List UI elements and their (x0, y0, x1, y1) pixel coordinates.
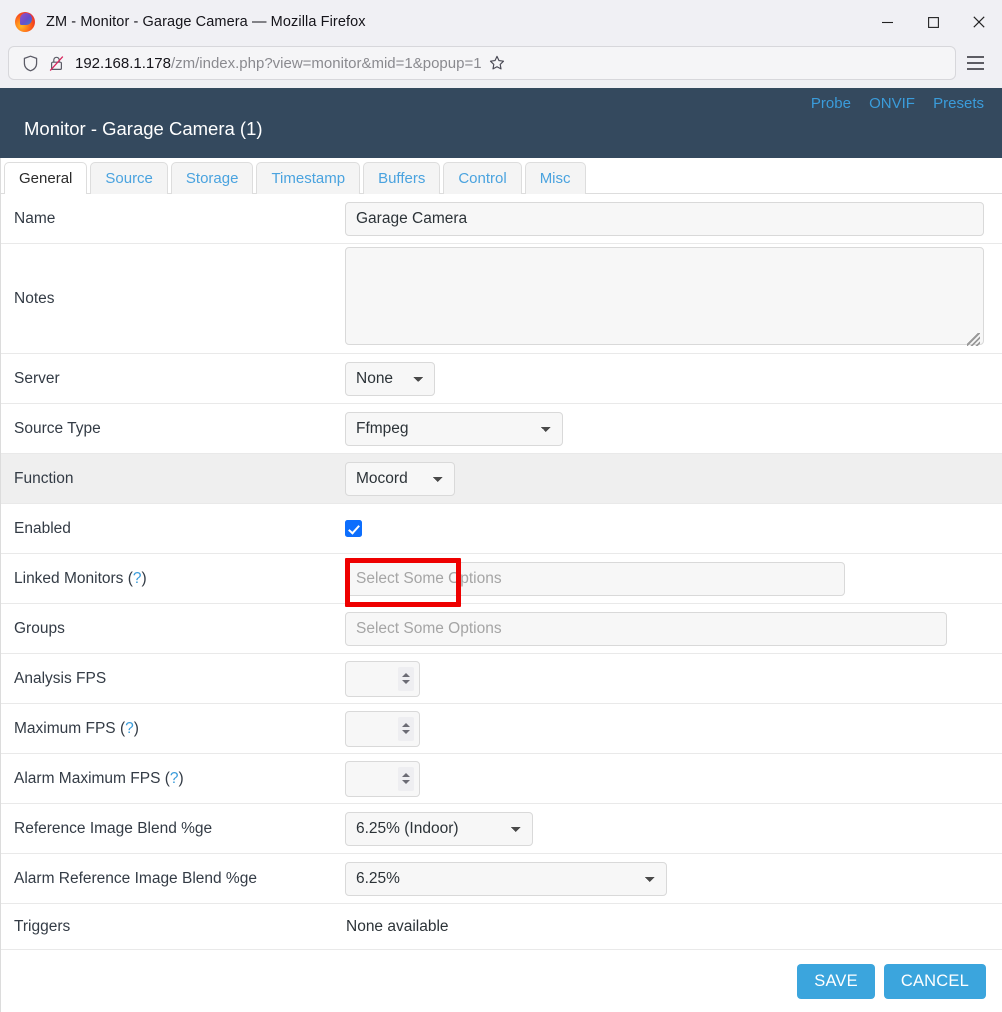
bookmark-star-icon[interactable] (482, 55, 512, 71)
triggers-label: Triggers (14, 917, 71, 935)
row-source-type: Source Type Ffmpeg (0, 404, 1002, 454)
row-enabled: Enabled (0, 504, 1002, 554)
alarm-maximum-fps-label-text: Alarm Maximum FPS (14, 769, 161, 787)
name-input[interactable] (345, 201, 984, 236)
content-left-edge (0, 88, 1, 1012)
maximize-button[interactable] (910, 0, 956, 44)
linked-monitors-input[interactable] (345, 561, 845, 596)
form-footer: SAVE CANCEL (0, 950, 1002, 1012)
save-button[interactable]: SAVE (797, 963, 875, 999)
reference-image-blend-label: Reference Image Blend %ge (14, 819, 213, 837)
probe-link[interactable]: Probe (811, 95, 851, 112)
row-name: Name (0, 194, 1002, 244)
maximum-fps-label: Maximum FPS (?) (14, 719, 139, 737)
row-alarm-reference-image-blend: Alarm Reference Image Blend %ge 6.25% (0, 854, 1002, 904)
server-select[interactable]: None (345, 361, 435, 396)
firefox-logo-icon (15, 12, 35, 32)
alarm-maximum-fps-input[interactable] (345, 760, 420, 797)
tab-timestamp[interactable]: Timestamp (256, 162, 361, 194)
alarm-maximum-fps-label: Alarm Maximum FPS (?) (14, 769, 184, 787)
close-button[interactable] (956, 0, 1002, 44)
linked-monitors-help-icon[interactable]: ? (133, 570, 142, 587)
server-label: Server (14, 369, 60, 387)
shield-icon[interactable] (17, 55, 43, 72)
url-text[interactable]: 192.168.1.178/zm/index.php?view=monitor&… (75, 55, 482, 72)
analysis-fps-input[interactable] (345, 660, 420, 697)
maximum-fps-label-text: Maximum FPS (14, 719, 116, 737)
monitor-general-form: Name Notes Server None (0, 194, 1002, 950)
header-links: Probe ONVIF Presets (797, 95, 984, 112)
row-reference-image-blend: Reference Image Blend %ge 6.25% (Indoor) (0, 804, 1002, 854)
row-maximum-fps: Maximum FPS (?) (0, 704, 1002, 754)
tab-general[interactable]: General (4, 162, 88, 194)
tab-misc[interactable]: Misc (524, 162, 586, 194)
hamburger-menu-icon[interactable] (956, 46, 994, 80)
firefox-browser-window: ZM - Monitor - Garage Camera — Mozilla F… (0, 0, 1002, 1012)
notes-label: Notes (14, 289, 55, 307)
url-bar[interactable]: 192.168.1.178/zm/index.php?view=monitor&… (8, 46, 956, 80)
name-label: Name (14, 209, 56, 227)
reference-image-blend-select[interactable]: 6.25% (Indoor) (345, 811, 533, 846)
navigation-toolbar: 192.168.1.178/zm/index.php?view=monitor&… (0, 44, 1002, 88)
groups-label: Groups (14, 619, 65, 637)
row-groups: Groups (0, 604, 1002, 654)
row-alarm-maximum-fps: Alarm Maximum FPS (?) (0, 754, 1002, 804)
url-host: 192.168.1.178 (75, 54, 171, 72)
cancel-button[interactable]: CANCEL (883, 963, 986, 999)
row-analysis-fps: Analysis FPS (0, 654, 1002, 704)
url-path: /zm/index.php?view=monitor&mid=1&popup=1 (170, 54, 482, 72)
function-select[interactable]: Mocord (345, 461, 455, 496)
minimize-button[interactable] (864, 0, 910, 44)
insecure-lock-icon[interactable] (43, 55, 69, 72)
window-controls (864, 0, 1002, 44)
tab-source[interactable]: Source (90, 162, 168, 194)
page-title: Monitor - Garage Camera (1) (24, 118, 263, 139)
source-type-label: Source Type (14, 419, 101, 437)
enabled-checkbox[interactable] (345, 520, 362, 537)
triggers-value: None available (346, 917, 449, 935)
page-content: Probe ONVIF Presets Monitor - Garage Cam… (0, 88, 1002, 1012)
onvif-link[interactable]: ONVIF (869, 95, 915, 112)
zm-page-header: Probe ONVIF Presets Monitor - Garage Cam… (0, 88, 1002, 158)
window-titlebar: ZM - Monitor - Garage Camera — Mozilla F… (0, 0, 1002, 44)
notes-textarea[interactable] (345, 247, 984, 345)
function-label: Function (14, 469, 74, 487)
tab-control[interactable]: Control (443, 162, 522, 194)
maximum-fps-input[interactable] (345, 710, 420, 747)
enabled-label: Enabled (14, 519, 71, 537)
row-triggers: Triggers None available (0, 904, 1002, 950)
tab-buffers[interactable]: Buffers (363, 162, 441, 194)
linked-monitors-label-text: Linked Monitors (14, 569, 124, 587)
maximum-fps-help-icon[interactable]: ? (125, 720, 134, 737)
source-type-select[interactable]: Ffmpeg (345, 411, 563, 446)
groups-input[interactable] (345, 611, 947, 646)
tab-bar: General Source Storage Timestamp Buffers… (0, 158, 1002, 194)
alarm-reference-image-blend-label: Alarm Reference Image Blend %ge (14, 869, 257, 887)
window-title: ZM - Monitor - Garage Camera — Mozilla F… (46, 14, 366, 30)
alarm-maximum-fps-help-icon[interactable]: ? (170, 770, 179, 787)
row-function: Function Mocord (0, 454, 1002, 504)
row-notes: Notes (0, 244, 1002, 354)
presets-link[interactable]: Presets (933, 95, 984, 112)
analysis-fps-label: Analysis FPS (14, 669, 107, 687)
linked-monitors-label: Linked Monitors (?) (14, 569, 147, 587)
row-linked-monitors: Linked Monitors (?) (0, 554, 1002, 604)
alarm-reference-image-blend-select[interactable]: 6.25% (345, 861, 667, 896)
row-server: Server None (0, 354, 1002, 404)
tab-storage[interactable]: Storage (170, 162, 254, 194)
